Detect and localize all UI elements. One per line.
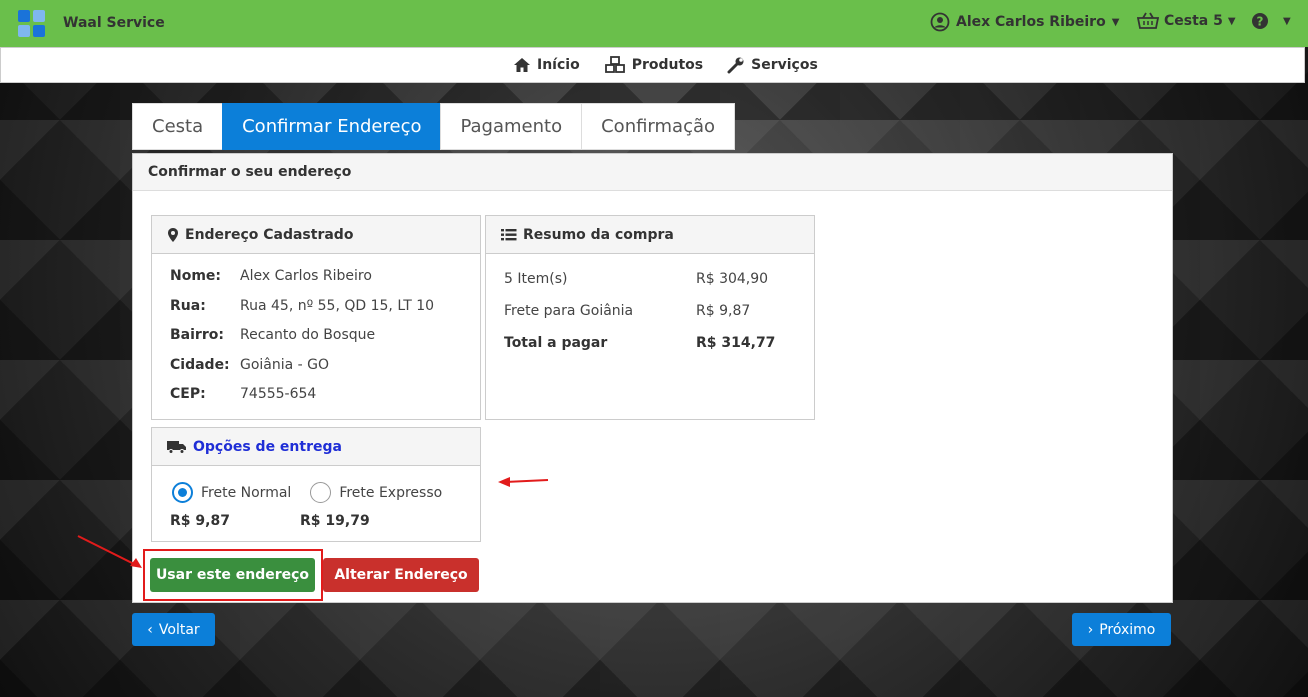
list-icon: [501, 228, 517, 240]
nav-label: Produtos: [631, 57, 704, 73]
tab-confirmacao[interactable]: Confirmação: [581, 103, 736, 150]
nav-label: Serviços: [751, 57, 818, 73]
summary-card-title: Resumo da compra: [523, 226, 674, 243]
summary-value: R$ 314,77: [696, 335, 776, 351]
change-address-button[interactable]: Alterar Endereço: [323, 558, 479, 592]
radio-frete-normal[interactable]: [172, 482, 193, 503]
panel-title: Confirmar o seu endereço: [133, 154, 1172, 191]
nav-label: Início: [537, 57, 580, 73]
summary-row: Frete para Goiânia R$ 9,87: [504, 303, 804, 335]
summary-total-row: Total a pagar R$ 314,77: [504, 335, 804, 367]
wrench-icon: [727, 57, 744, 74]
back-button[interactable]: ‹ Voltar: [132, 613, 215, 646]
address-key: Nome:: [170, 268, 222, 284]
address-value: 74555-654: [240, 386, 317, 402]
summary-row: 5 Item(s) R$ 304,90: [504, 271, 804, 303]
address-row: Bairro: Recanto do Bosque: [170, 327, 434, 357]
map-marker-icon: [168, 227, 178, 242]
cart-menu[interactable]: Cesta 5 ▼: [1137, 12, 1236, 30]
radio-label[interactable]: Frete Expresso: [339, 485, 442, 501]
cubes-icon: [604, 56, 625, 73]
svg-text:?: ?: [1257, 15, 1264, 29]
address-key: Rua:: [170, 297, 206, 314]
tab-pagamento[interactable]: Pagamento: [440, 103, 583, 150]
summary-label: Frete para Goiânia: [504, 303, 634, 319]
delivery-price: R$ 9,87: [170, 513, 230, 529]
address-key: Cidade:: [170, 356, 230, 373]
truck-icon: [167, 440, 186, 454]
radio-label[interactable]: Frete Normal: [201, 485, 291, 501]
address-row: Cidade: Goiânia - GO: [170, 357, 434, 387]
address-panel: Confirmar o seu endereço Endereço Cadast…: [132, 153, 1173, 603]
next-button[interactable]: › Próximo: [1072, 613, 1171, 646]
use-address-button[interactable]: Usar este endereço: [150, 558, 315, 592]
tab-confirmar-endereco[interactable]: Confirmar Endereço: [222, 103, 442, 150]
chevron-right-icon: ›: [1087, 621, 1094, 638]
app-title[interactable]: Waal Service: [63, 15, 165, 31]
address-key: CEP:: [170, 386, 206, 402]
chevron-left-icon: ‹: [147, 621, 153, 638]
address-card-title: Endereço Cadastrado: [185, 226, 354, 243]
main-nav: Início Produtos Serviços: [0, 47, 1305, 83]
address-key: Bairro:: [170, 327, 224, 343]
top-bar: Waal Service Alex Carlos Ribeiro ▼ Cesta…: [0, 0, 1308, 47]
tab-cesta[interactable]: Cesta: [132, 103, 224, 150]
user-circle-icon: [930, 12, 950, 32]
summary-label: Total a pagar: [504, 335, 608, 351]
caret-down-icon: ▼: [1111, 16, 1120, 28]
address-row: CEP: 74555-654: [170, 386, 434, 416]
next-label: Próximo: [1099, 621, 1156, 638]
delivery-price: R$ 19,79: [300, 513, 370, 529]
caret-down-icon: ▼: [1283, 15, 1291, 27]
back-label: Voltar: [158, 621, 200, 638]
nav-item-produtos[interactable]: Produtos: [604, 56, 703, 74]
question-circle-icon: ?: [1252, 13, 1268, 29]
address-value: Recanto do Bosque: [240, 327, 376, 343]
summary-label: 5 Item(s): [504, 271, 568, 287]
order-summary-card: Resumo da compra 5 Item(s) R$ 304,90 Fre…: [485, 215, 815, 420]
basket-icon: [1137, 12, 1159, 29]
annotation-arrow-icon: [77, 535, 142, 568]
address-value: Goiânia - GO: [240, 356, 330, 373]
user-name: Alex Carlos Ribeiro: [956, 14, 1106, 30]
delivery-options-card: Opções de entrega Frete Normal Frete Exp…: [151, 427, 481, 542]
nav-item-inicio[interactable]: Início: [513, 56, 580, 74]
annotation-arrow-icon: [498, 477, 549, 487]
checkout-steps: Cesta Confirmar Endereço Pagamento Confi…: [132, 103, 736, 150]
address-row: Rua: Rua 45, nº 55, QD 15, LT 10: [170, 298, 434, 328]
delivery-card-title[interactable]: Opções de entrega: [193, 439, 342, 455]
nav-item-servicos[interactable]: Serviços: [727, 56, 818, 74]
address-value: Rua 45, nº 55, QD 15, LT 10: [240, 297, 435, 314]
address-card: Endereço Cadastrado Nome: Alex Carlos Ri…: [151, 215, 481, 420]
address-value: Alex Carlos Ribeiro: [240, 268, 372, 284]
address-row: Nome: Alex Carlos Ribeiro: [170, 268, 434, 298]
cart-label: Cesta 5: [1164, 13, 1223, 29]
summary-value: R$ 304,90: [696, 271, 769, 287]
user-menu[interactable]: Alex Carlos Ribeiro ▼: [930, 12, 1119, 32]
help-menu[interactable]: ? ▼: [1251, 12, 1291, 30]
home-icon: [514, 58, 530, 72]
logo-icon[interactable]: [18, 10, 46, 38]
summary-value: R$ 9,87: [696, 303, 751, 319]
radio-frete-expresso[interactable]: [310, 482, 332, 503]
caret-down-icon: ▼: [1227, 15, 1236, 27]
